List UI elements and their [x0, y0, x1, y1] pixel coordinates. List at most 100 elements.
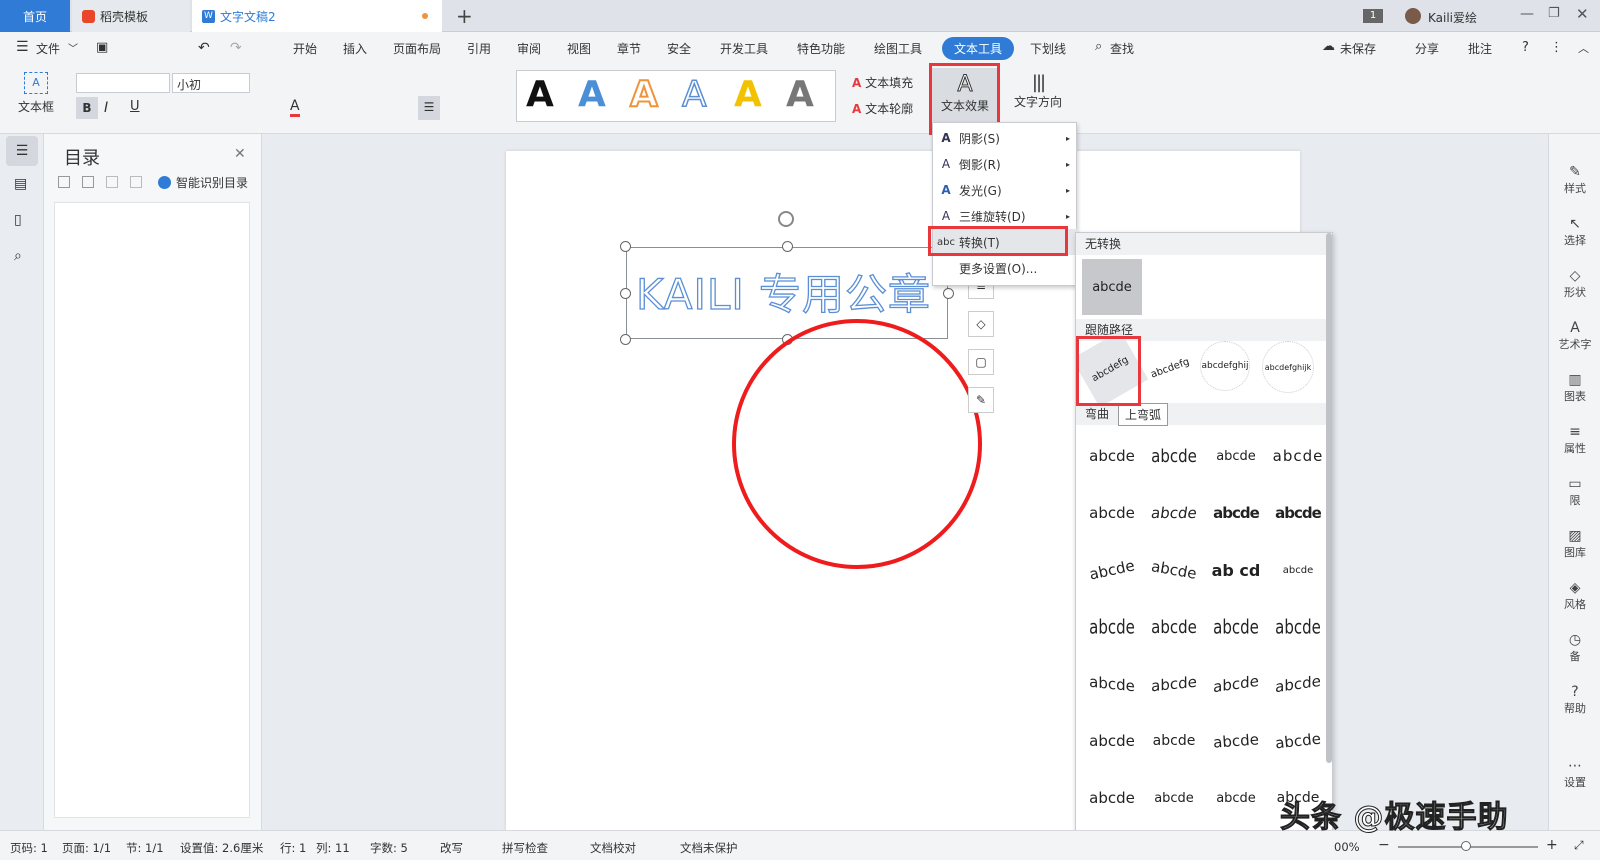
menu-tab-review[interactable]: 审阅: [517, 40, 541, 57]
align-justify-button[interactable]: ☰: [418, 96, 440, 120]
warp-option[interactable]: abcde: [1144, 714, 1204, 768]
warp-option[interactable]: abcde: [1144, 424, 1204, 489]
warp-option[interactable]: abcde: [1204, 712, 1268, 770]
menu-tab-reference[interactable]: 引用: [467, 40, 491, 57]
help-icon[interactable]: ?: [1522, 40, 1529, 55]
menu-tab-chapter[interactable]: 章节: [617, 40, 641, 57]
bold-button[interactable]: B: [76, 97, 98, 119]
warp-option[interactable]: abcde: [1268, 592, 1328, 662]
toc-nav-icon[interactable]: ☰: [6, 136, 38, 166]
text-fill-button[interactable]: A 文本填充: [852, 74, 913, 91]
path-option-arch-up[interactable]: abcdefg: [1076, 330, 1149, 408]
shape-panel-button[interactable]: ◇ 形状: [1549, 268, 1600, 300]
menu-tab-text-tools[interactable]: 文本工具: [942, 37, 1015, 60]
collapse-ribbon-icon[interactable]: ︿: [1578, 40, 1589, 56]
menu-tab-drawing[interactable]: 绘图工具: [874, 40, 922, 57]
menu-item-more-settings[interactable]: 更多设置(O)...: [933, 255, 1078, 281]
menu-tab-developer[interactable]: 开发工具: [720, 40, 768, 57]
chevron-down-icon[interactable]: ﹀: [68, 40, 78, 55]
new-tab-button[interactable]: +: [456, 4, 473, 28]
menu-tab-view[interactable]: 视图: [567, 40, 591, 57]
no-transform-option[interactable]: abcde: [1082, 259, 1142, 315]
chart-panel-button[interactable]: ▥ 图表: [1549, 372, 1600, 404]
limit-panel-button[interactable]: ▭ 限: [1549, 476, 1600, 508]
unsaved-button[interactable]: 未保存: [1340, 40, 1376, 57]
warp-option[interactable]: abcde: [1082, 429, 1142, 483]
select-panel-button[interactable]: ↖ 选择: [1549, 216, 1600, 248]
menu-tab-features[interactable]: 特色功能: [797, 40, 845, 57]
text-effect-button[interactable]: A 文本效果: [932, 68, 998, 130]
rotate-handle-icon[interactable]: [778, 211, 794, 227]
menu-tab-security[interactable]: 安全: [667, 40, 691, 57]
status-pages[interactable]: 页面: 1/1: [62, 840, 111, 856]
art-style-black[interactable]: A: [526, 74, 554, 115]
warp-option[interactable]: abcde: [1206, 653, 1266, 715]
smart-toc-button[interactable]: 智能识别目录: [176, 174, 248, 191]
share-button[interactable]: 分享: [1415, 40, 1439, 57]
zoom-slider-thumb[interactable]: [1461, 841, 1471, 851]
toc-close-icon[interactable]: ✕: [234, 146, 246, 162]
menu-item-shadow[interactable]: A 阴影(S) ▸: [933, 125, 1078, 151]
warp-option[interactable]: abcde: [1140, 538, 1208, 602]
warp-option[interactable]: abcde: [1268, 486, 1328, 540]
restore-icon[interactable]: ❐: [1548, 6, 1560, 21]
resize-handle[interactable]: [620, 241, 631, 252]
toc-add-icon[interactable]: [106, 176, 118, 188]
path-option-button[interactable]: abcdefghijk: [1262, 341, 1314, 393]
warp-option[interactable]: ab cd: [1206, 543, 1266, 597]
file-menu[interactable]: 文件: [36, 40, 60, 57]
zoom-out-icon[interactable]: −: [1378, 837, 1390, 853]
status-page[interactable]: 页码: 1: [10, 840, 48, 856]
menu-item-glow[interactable]: A 发光(G) ▸: [933, 177, 1078, 203]
tab-daoke[interactable]: 稻壳模板: [72, 0, 190, 32]
font-size-select[interactable]: 小初: [172, 73, 250, 93]
tab-home[interactable]: 首页: [0, 0, 70, 32]
menu-item-transform[interactable]: abc 转换(T): [933, 229, 1078, 255]
toc-expand-icon[interactable]: [58, 176, 70, 188]
gallery-scrollbar[interactable]: [1326, 233, 1332, 763]
save-icon[interactable]: ▣: [96, 40, 108, 55]
hamburger-icon[interactable]: ☰: [16, 39, 29, 55]
status-col[interactable]: 列: 11: [316, 840, 350, 856]
textbox-button[interactable]: A 文本框: [12, 72, 60, 115]
bookmark-nav-icon[interactable]: ▯: [14, 212, 22, 228]
redo-icon[interactable]: ↷: [230, 40, 242, 56]
wordart-panel-button[interactable]: A 艺术字: [1549, 320, 1600, 352]
float-format-icon[interactable]: ✎: [968, 387, 994, 413]
text-direction-button[interactable]: ||| 文字方向: [1014, 72, 1062, 110]
warp-option[interactable]: abcde: [1206, 486, 1266, 540]
help-panel-button[interactable]: ? 帮助: [1549, 684, 1600, 716]
warp-option[interactable]: abcde: [1144, 654, 1204, 714]
font-family-select[interactable]: [76, 73, 170, 93]
find-nav-icon[interactable]: ⌕: [14, 248, 22, 264]
art-style-blue[interactable]: A: [578, 74, 606, 115]
comment-button[interactable]: 批注: [1468, 40, 1492, 57]
resize-handle[interactable]: [782, 241, 793, 252]
search-button[interactable]: 查找: [1110, 40, 1134, 57]
float-outline-icon[interactable]: ▢: [968, 349, 994, 375]
warp-option[interactable]: abcde: [1082, 771, 1142, 825]
warp-option[interactable]: abcde: [1206, 429, 1266, 483]
undo-icon[interactable]: ↶: [198, 40, 210, 56]
art-text[interactable]: KAILI 专用公章: [635, 261, 931, 322]
warp-option[interactable]: abcde: [1082, 592, 1142, 662]
warp-option[interactable]: abcde: [1268, 543, 1328, 597]
user-name[interactable]: Kaili爱绘: [1428, 9, 1477, 26]
status-proof[interactable]: 文档校对: [590, 840, 636, 856]
art-style-orange-outline[interactable]: A: [629, 73, 659, 116]
property-panel-button[interactable]: ≡ 属性: [1549, 424, 1600, 456]
menu-tab-underline[interactable]: 下划线: [1030, 40, 1066, 57]
art-style-blue-outline[interactable]: A: [681, 73, 707, 116]
warp-option[interactable]: abcde: [1265, 711, 1330, 771]
avatar[interactable]: [1405, 8, 1421, 24]
art-style-gold[interactable]: A: [734, 74, 762, 115]
status-protect[interactable]: 文档未保护: [680, 840, 738, 856]
resize-handle[interactable]: [943, 288, 954, 299]
fullscreen-icon[interactable]: ⤢: [1574, 838, 1584, 853]
warp-option[interactable]: abcde: [1144, 771, 1204, 825]
font-color-button[interactable]: A: [290, 98, 300, 117]
theme-panel-button[interactable]: ◈ 风格: [1549, 580, 1600, 612]
toc-collapse-icon[interactable]: [82, 176, 94, 188]
page-nav-icon[interactable]: ▤: [14, 176, 27, 192]
status-row[interactable]: 行: 1: [280, 840, 306, 856]
